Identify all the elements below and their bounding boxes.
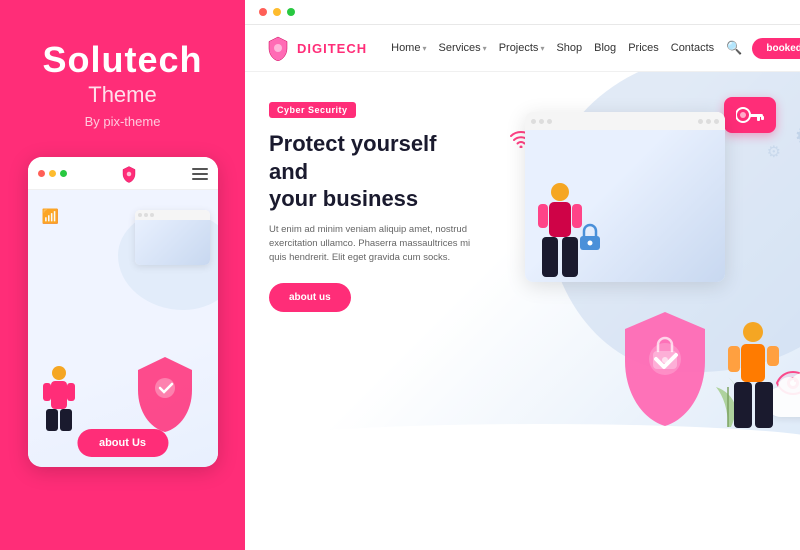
illus-browser-top [525, 112, 725, 130]
key-icon [724, 97, 776, 133]
mobile-browser-mini [135, 210, 210, 265]
mobile-mockup: 📶 [28, 157, 218, 467]
nav-link-services[interactable]: Services ▾ [438, 42, 486, 54]
illus-container: ⚙ ⚙ 🌐 [505, 82, 800, 452]
padlock-icon [575, 222, 605, 252]
browser-dot-yellow [273, 8, 281, 16]
hero-section: Cyber Security Protect yourself and your… [245, 72, 800, 452]
nav-link-contacts[interactable]: Contacts [671, 42, 714, 54]
mobile-logo-icon [120, 165, 138, 183]
nav-logo-text: DIGITECH [297, 41, 367, 56]
mobile-content: 📶 [28, 190, 218, 467]
gear-large-icon: ⚙ [794, 122, 800, 151]
navbar: DIGITECH Home ▾ Services ▾ Projects ▾ Sh… [245, 25, 800, 72]
brand-title: Solutech [42, 40, 202, 80]
mobile-logo [120, 165, 138, 183]
main-shield-svg [615, 307, 715, 427]
nav-logo-suffix: TECH [328, 41, 367, 56]
hero-illustration: ⚙ ⚙ 🌐 [505, 72, 800, 452]
about-us-button[interactable]: about us [269, 283, 351, 312]
mobile-dot-red [38, 170, 45, 177]
nav-links: Home ▾ Services ▾ Projects ▾ Shop Blog P… [391, 40, 742, 56]
nav-logo-prefix: DIGI [297, 41, 328, 56]
mobile-dot-green [60, 170, 67, 177]
mobile-hamburger[interactable] [192, 168, 208, 180]
illus-browser-body [525, 130, 725, 282]
illus-dot-3 [547, 119, 552, 124]
nav-logo: DIGITECH [265, 35, 367, 61]
mobile-topbar [28, 157, 218, 190]
cyber-badge: Cyber Security [269, 102, 356, 118]
nav-logo-icon [265, 35, 291, 61]
search-icon[interactable]: 🔍 [726, 40, 742, 56]
nav-link-blog[interactable]: Blog [594, 42, 616, 54]
mobile-traffic-lights [38, 170, 67, 177]
gear-small-icon: ⚙ [767, 142, 781, 162]
nav-link-home[interactable]: Home ▾ [391, 42, 426, 54]
hero-title: Protect yourself and your business [269, 130, 481, 213]
brand-by: By pix-theme [85, 114, 161, 129]
right-panel: DIGITECH Home ▾ Services ▾ Projects ▾ Sh… [245, 0, 800, 550]
mobile-about-us-button[interactable]: about Us [77, 429, 168, 457]
hero-left: Cyber Security Protect yourself and your… [245, 72, 505, 452]
illus-dot-1 [531, 119, 536, 124]
mobile-shield-svg [130, 352, 200, 432]
illus-dot-2 [539, 119, 544, 124]
illus-browser-window [525, 112, 725, 282]
illus-person-right-svg [726, 322, 781, 432]
nav-link-shop[interactable]: Shop [556, 42, 582, 54]
browser-chrome [245, 0, 800, 25]
mobile-wifi-icon: 📶 [42, 208, 59, 225]
mobile-person-svg [40, 365, 78, 435]
brand-subtitle: Theme [88, 82, 156, 108]
nav-link-projects[interactable]: Projects ▾ [499, 42, 545, 54]
nav-link-prices[interactable]: Prices [628, 42, 659, 54]
left-panel: Solutech Theme By pix-theme [0, 0, 245, 550]
mobile-about-us-area: about Us [77, 429, 168, 457]
browser-dot-green [287, 8, 295, 16]
browser-dot-red [259, 8, 267, 16]
browser-body: DIGITECH Home ▾ Services ▾ Projects ▾ Sh… [245, 25, 800, 550]
mobile-dot-yellow [49, 170, 56, 177]
booked-button[interactable]: booked [752, 38, 800, 59]
hero-description: Ut enim ad minim veniam aliquip amet, no… [269, 223, 481, 266]
